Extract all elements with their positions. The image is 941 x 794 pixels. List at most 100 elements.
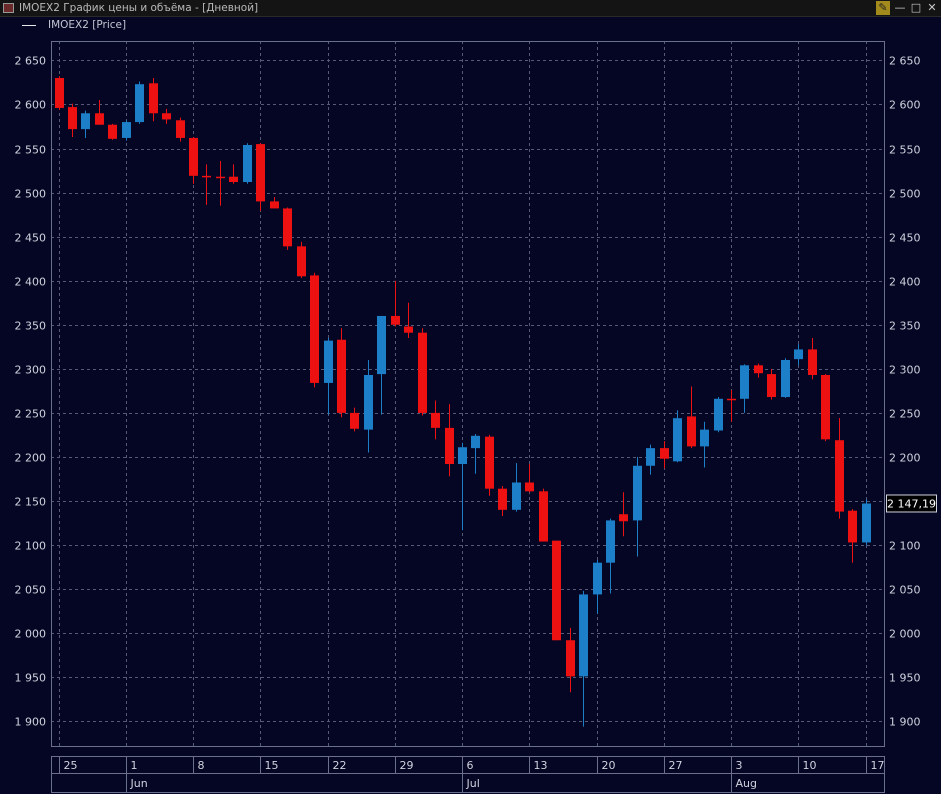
candle[interactable]	[377, 315, 386, 415]
candle[interactable]	[216, 160, 225, 206]
candle-body	[619, 514, 628, 522]
candle[interactable]	[512, 463, 521, 512]
candle[interactable]	[350, 407, 359, 432]
candle[interactable]	[283, 207, 292, 250]
candle[interactable]	[202, 164, 211, 205]
candle-body	[270, 201, 279, 209]
candle[interactable]	[162, 108, 171, 124]
candle[interactable]	[848, 508, 857, 563]
candle[interactable]	[485, 434, 494, 496]
day-tick-label: 27	[669, 759, 683, 772]
day-tick-label: 10	[803, 759, 817, 772]
day-tick-label: 22	[333, 759, 347, 772]
candle-body	[593, 562, 602, 595]
candle[interactable]	[579, 590, 588, 727]
candle-body	[283, 208, 292, 247]
candle[interactable]	[229, 164, 238, 184]
candle[interactable]	[270, 196, 279, 209]
candle-body	[81, 113, 90, 130]
candle[interactable]	[821, 374, 830, 442]
candle-body	[673, 418, 682, 462]
candle-body	[646, 448, 655, 466]
candle[interactable]	[794, 344, 803, 366]
candle[interactable]	[781, 358, 790, 398]
price-tick-right: 2 100	[889, 540, 921, 553]
plot-border	[51, 41, 885, 747]
candle[interactable]	[68, 103, 77, 138]
candle-body	[714, 398, 723, 431]
candle[interactable]	[498, 486, 507, 516]
month-tick-label: Jun	[130, 777, 148, 790]
candle-body	[660, 448, 669, 459]
candle[interactable]	[445, 404, 454, 477]
candle[interactable]	[700, 421, 709, 468]
candle[interactable]	[310, 272, 319, 388]
price-tick-right: 1 950	[889, 672, 921, 685]
candle[interactable]	[633, 456, 642, 557]
candle[interactable]	[256, 143, 265, 212]
candle[interactable]	[431, 400, 440, 440]
candle[interactable]	[808, 337, 817, 380]
price-tick-left: 2 150	[15, 496, 47, 509]
candle-body	[835, 440, 844, 512]
candle-body	[794, 349, 803, 360]
candle-body	[364, 374, 373, 430]
candle[interactable]	[835, 418, 844, 519]
candle-body	[781, 360, 790, 398]
candle[interactable]	[364, 360, 373, 453]
candle[interactable]	[754, 363, 763, 378]
candle-body	[431, 412, 440, 428]
price-tick-right: 2 000	[889, 628, 921, 641]
candle[interactable]	[552, 540, 561, 641]
candle[interactable]	[862, 499, 871, 546]
candle[interactable]	[55, 76, 64, 110]
candle[interactable]	[122, 120, 131, 141]
price-tick-left: 2 600	[15, 99, 47, 112]
candle[interactable]	[243, 143, 252, 184]
candle[interactable]	[135, 81, 144, 124]
day-tick-label: 20	[602, 759, 616, 772]
candle[interactable]	[108, 123, 117, 140]
price-tick-right: 2 350	[889, 320, 921, 333]
candle[interactable]	[81, 110, 90, 138]
candle[interactable]	[619, 492, 628, 537]
price-tick-left: 2 100	[15, 540, 47, 553]
candle[interactable]	[714, 397, 723, 433]
candle[interactable]	[539, 488, 548, 542]
candle[interactable]	[593, 560, 602, 614]
candle[interactable]	[404, 302, 413, 338]
time-axis: 25 1 Jun 8 15 22 29 6 Jul 13 20 27 3 Aug 10 17	[51, 756, 885, 793]
candle[interactable]	[458, 442, 467, 531]
candle[interactable]	[189, 137, 198, 184]
candle[interactable]	[660, 441, 669, 469]
candle[interactable]	[337, 328, 346, 418]
candle-body	[687, 416, 696, 447]
price-chart[interactable]: 2 650 2 650 2 600 2 600 2 550 2 550 2 500 2 500…	[0, 0, 941, 794]
candle[interactable]	[176, 117, 185, 142]
candle[interactable]	[324, 337, 333, 415]
candle[interactable]	[95, 100, 104, 125]
price-tick-right: 2 300	[889, 364, 921, 377]
candle[interactable]	[727, 389, 736, 422]
candle[interactable]	[525, 464, 534, 493]
price-tick-right: 2 250	[889, 408, 921, 421]
candle-body	[579, 594, 588, 677]
candle[interactable]	[673, 410, 682, 463]
candle[interactable]	[391, 280, 400, 327]
price-tick-left: 2 500	[15, 188, 47, 201]
day-tick-label: 3	[736, 759, 743, 772]
candle[interactable]	[566, 627, 575, 693]
candle[interactable]	[297, 241, 306, 279]
candle[interactable]	[646, 444, 655, 475]
candle[interactable]	[606, 518, 615, 594]
candle[interactable]	[471, 434, 480, 474]
price-tick-right: 2 200	[889, 452, 921, 465]
last-price-label: 2 147,19	[887, 497, 936, 510]
candle-body	[808, 349, 817, 375]
candle[interactable]	[687, 386, 696, 449]
candle[interactable]	[740, 364, 749, 413]
candle[interactable]	[767, 368, 776, 400]
candle-body	[471, 435, 480, 449]
candle[interactable]	[149, 78, 158, 122]
candle[interactable]	[418, 328, 427, 416]
